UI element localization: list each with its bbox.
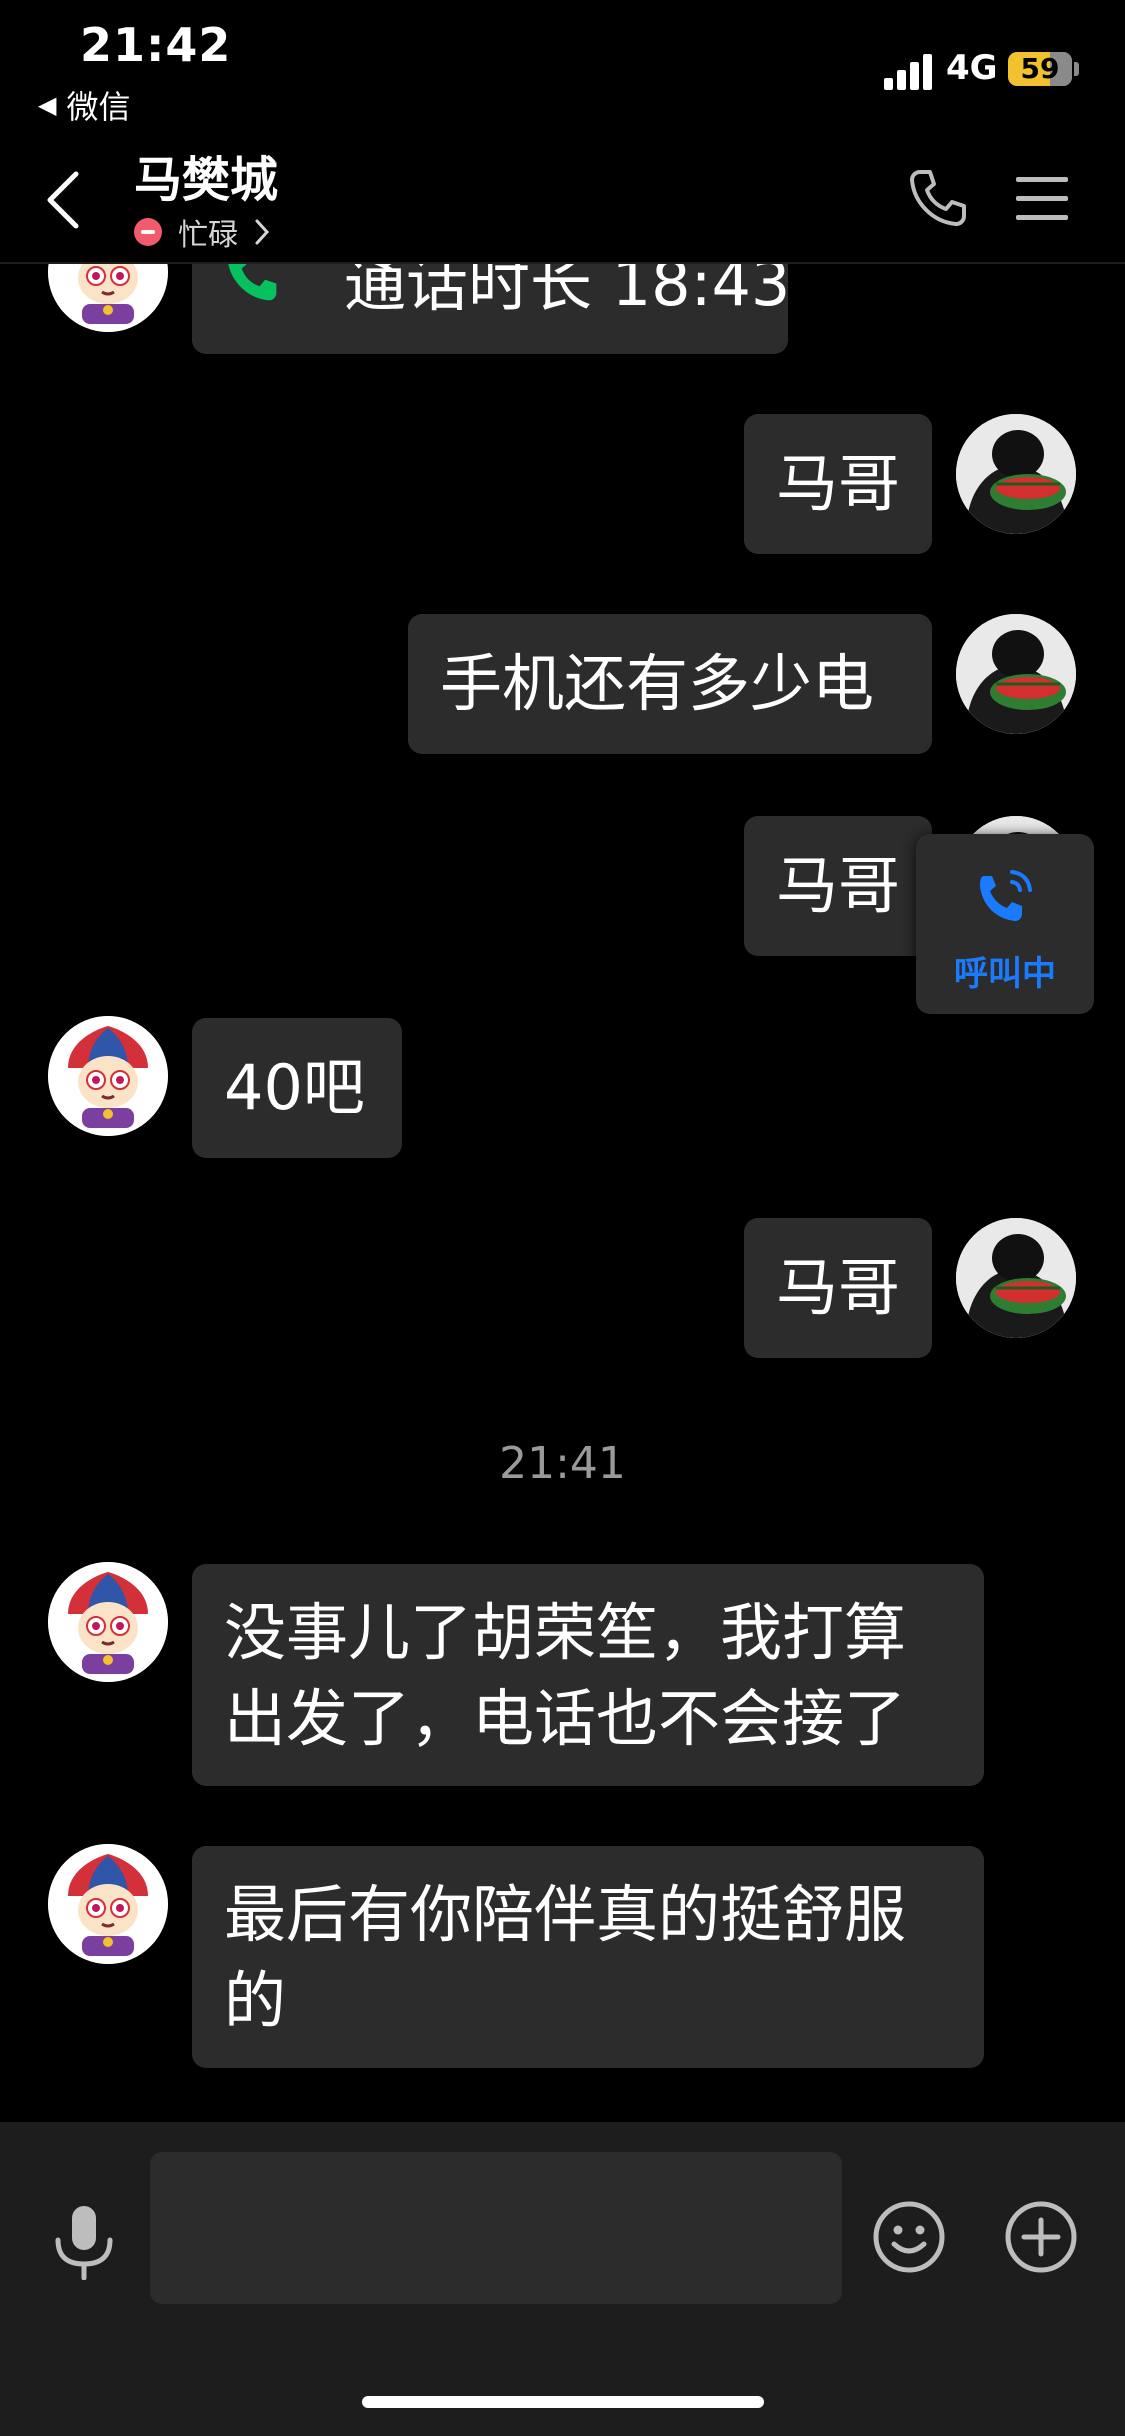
calling-label: 呼叫中 [954, 954, 1056, 994]
status-label: 忙碌 [178, 218, 238, 253]
plus-icon[interactable] [1004, 2200, 1078, 2274]
watermelon-avatar-image [956, 614, 1076, 734]
my-avatar[interactable] [956, 414, 1076, 534]
network-type: 4G [946, 48, 998, 88]
time-separator: 21:41 [499, 1438, 626, 1489]
clown-avatar-image [48, 1016, 168, 1136]
menu-icon[interactable] [1016, 174, 1068, 224]
chat-header: 马樊城 忙碌 [0, 130, 1125, 264]
contact-avatar[interactable] [48, 1016, 168, 1136]
voice-mic-icon[interactable] [50, 2204, 118, 2280]
home-indicator[interactable] [362, 2396, 764, 2408]
signal-icon [884, 54, 932, 90]
calling-float-window[interactable]: 呼叫中 [916, 834, 1094, 1014]
contact-status[interactable]: 忙碌 [134, 210, 270, 254]
message-text: 马哥 [776, 1251, 901, 1324]
received-message-bubble[interactable]: 最后有你陪伴真的挺舒服 的 [192, 1846, 984, 2068]
message-text-line: 没事儿了胡荣笙，我打算 [224, 1596, 907, 1669]
message-text: 马哥 [776, 447, 901, 520]
my-avatar[interactable] [956, 614, 1076, 734]
message-input[interactable] [150, 2152, 842, 2304]
emoji-icon[interactable] [872, 2200, 946, 2274]
back-app-label: 微信 [66, 88, 131, 126]
contact-avatar[interactable] [48, 1844, 168, 1964]
message-text-line: 的 [224, 1964, 287, 2037]
chat-input-bar [0, 2122, 1125, 2436]
back-to-app-link[interactable]: ◀ 微信 [38, 82, 130, 128]
battery-level: 59 [1020, 52, 1060, 85]
battery-tip [1074, 62, 1079, 76]
message-text-line: 最后有你陪伴真的挺舒服 [224, 1878, 907, 1951]
back-triangle-icon: ◀ [38, 91, 57, 119]
phone-call-icon[interactable] [906, 166, 970, 230]
sent-message-bubble[interactable]: 马哥 [744, 816, 932, 956]
message-text-line: 出发了，电话也不会接了 [224, 1682, 907, 1755]
sent-message-bubble[interactable]: 手机还有多少电 [408, 614, 932, 754]
back-chevron-icon[interactable] [42, 170, 82, 230]
status-time: 21:42 [80, 18, 232, 72]
chevron-right-icon [255, 219, 270, 245]
contact-name[interactable]: 马樊城 [134, 140, 278, 210]
sent-message-bubble[interactable]: 马哥 [744, 1218, 932, 1358]
received-message-bubble[interactable]: 40吧 [192, 1018, 402, 1158]
watermelon-avatar-image [956, 1218, 1076, 1338]
message-text: 马哥 [776, 849, 901, 922]
message-text: 40吧 [224, 1051, 365, 1124]
busy-icon [134, 218, 162, 246]
my-avatar[interactable] [956, 1218, 1076, 1338]
received-message-bubble[interactable]: 没事儿了胡荣笙，我打算 出发了，电话也不会接了 [192, 1564, 984, 1786]
clown-avatar-image [48, 1562, 168, 1682]
message-text: 手机还有多少电 [440, 647, 875, 720]
battery-icon: 59 [1008, 52, 1072, 86]
contact-avatar[interactable] [48, 1562, 168, 1682]
watermelon-avatar-image [956, 414, 1076, 534]
calling-phone-icon [980, 870, 1032, 921]
sent-message-bubble[interactable]: 马哥 [744, 414, 932, 554]
clown-avatar-image [48, 1844, 168, 1964]
